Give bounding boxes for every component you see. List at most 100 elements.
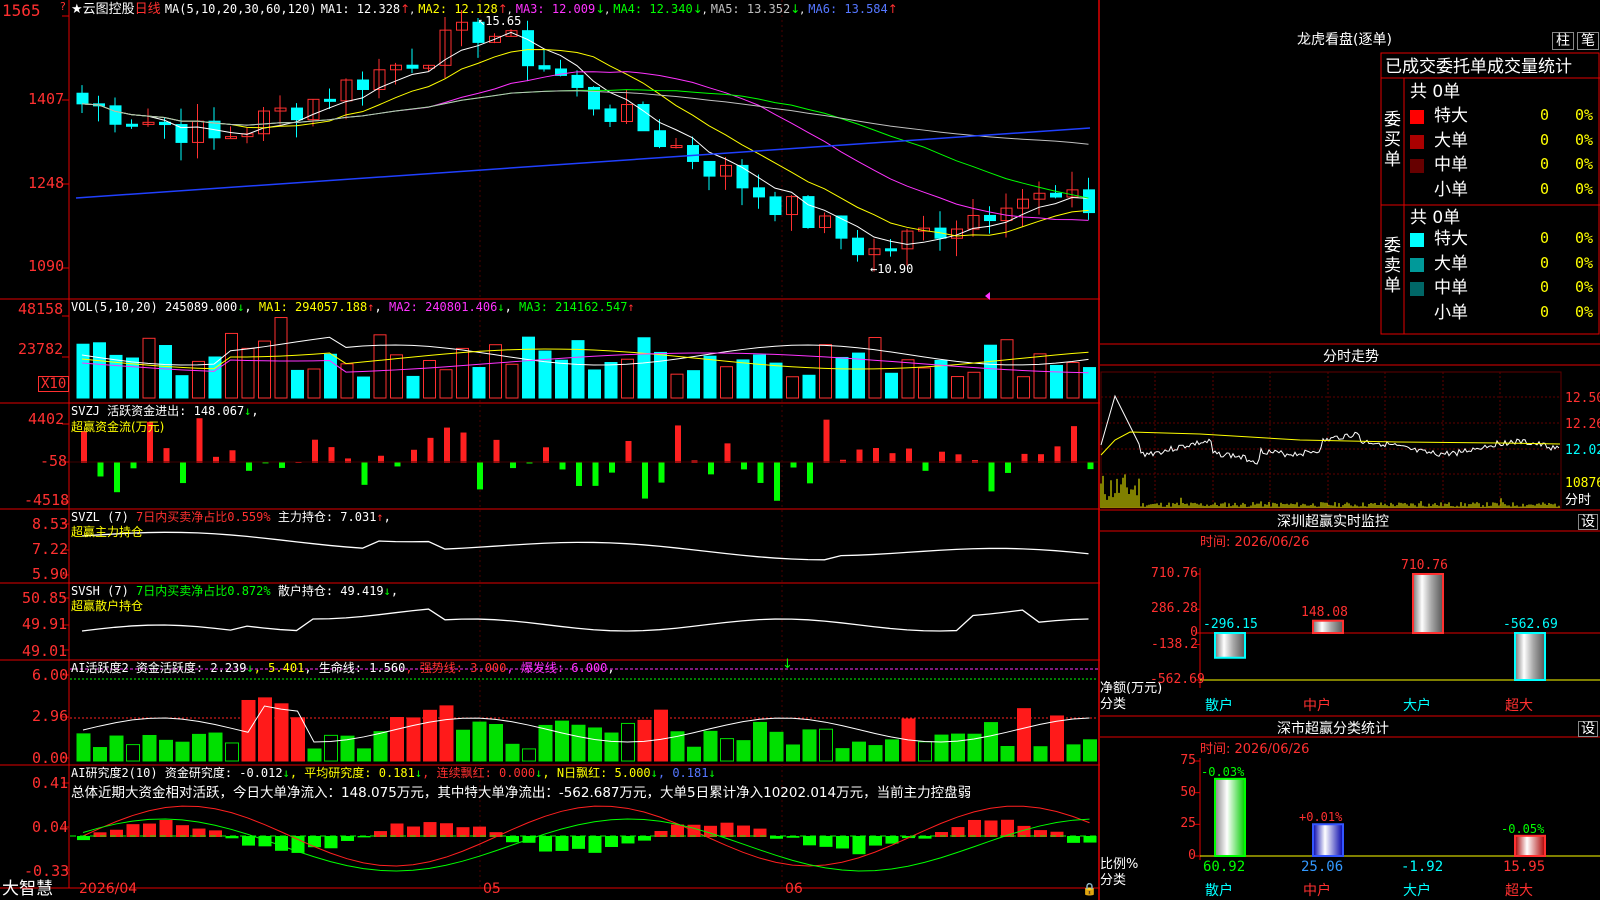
period-label[interactable]: 日线 — [135, 2, 161, 17]
ai-active-header: AI活跃度2 资金活跃度: 2.239↓, 5.401, 生命线: 1.560,… — [71, 661, 615, 675]
sz1-y-tick: -562.69 — [1150, 672, 1205, 687]
ai-research-summary: 总体近期大资金相对活跃，今日大单净流入：148.075万元，其中特大单净流出：-… — [71, 785, 972, 801]
svsh-header: SVSH (7) 7日内买卖净占比0.872% 散户持仓: 49.419↓, — [71, 584, 399, 598]
sz1-y-tick: 710.76 — [1151, 566, 1198, 581]
sz2-bar — [1312, 823, 1344, 857]
row-color-swatch — [1410, 282, 1424, 296]
row-percent: 0% — [1575, 155, 1594, 173]
buy-total: 共 0单 — [1410, 82, 1461, 102]
ai-active-arrow-marker: ↓ — [782, 657, 793, 672]
brand-logo[interactable]: 大智慧 — [2, 880, 53, 899]
sz2-change-label: -0.05% — [1501, 821, 1545, 836]
high-marker: ↖15.65 — [478, 14, 522, 28]
intraday-price-1226: 12.26 — [1565, 417, 1600, 432]
sz2-y-tick: 75 — [1180, 753, 1196, 768]
y-tick-main-1248: 1248 — [28, 174, 65, 192]
sz1-category-label: 散户 — [1205, 698, 1233, 714]
lock-icon[interactable]: 🔒 — [1082, 882, 1097, 896]
row-color-swatch — [1410, 257, 1424, 272]
row-name: 特大 — [1434, 229, 1468, 249]
alert-icon[interactable]: ? — [60, 0, 66, 14]
intraday-price-line — [1100, 394, 1560, 465]
sz1-bar — [1312, 619, 1344, 635]
sz1-value-label: -296.15 — [1203, 617, 1258, 632]
row-color-swatch — [1410, 306, 1424, 321]
stock-name[interactable]: 云图控股 — [83, 2, 135, 17]
sz-class-cat-label: 分类 — [1100, 873, 1127, 888]
row-name: 大单 — [1434, 253, 1468, 274]
y-tick-ai-296: 2.96 — [32, 707, 69, 725]
sz1-value-label: 710.76 — [1401, 558, 1448, 573]
ma1-value: MA1: 12.328 — [320, 2, 401, 16]
row-color-swatch — [1410, 183, 1424, 198]
sz2-y-tick: 50 — [1180, 784, 1196, 800]
y-tick-svzj-4402: 4402 — [28, 410, 65, 428]
svzl-header: SVZL (7) 7日内买卖净占比0.559% 主力持仓: 7.031↑, — [71, 510, 391, 524]
y-tick-svzj-neg4518: -4518 — [24, 491, 70, 509]
buy-side-label: 委买单 — [1384, 110, 1401, 170]
sz-class-settings-button[interactable]: 设 — [1578, 721, 1598, 737]
vol-header: VOL(5,10,20) 245089.000↓, MA1: 294057.18… — [71, 300, 635, 314]
ma5-value: MA5: 13.352 — [710, 2, 791, 16]
y-tick-svsh-5085: 50.85 — [22, 589, 68, 607]
sz-class-title: 深市超赢分类统计 — [1277, 721, 1389, 737]
vol-unit-badge: X10 — [38, 376, 70, 392]
sz2-category-label: 大户 — [1403, 883, 1431, 899]
sz1-value-label: 148.08 — [1301, 604, 1348, 620]
row-count: 0 — [1540, 253, 1550, 272]
row-count: 0 — [1540, 302, 1550, 321]
sz1-y-tick: 286.28 — [1151, 601, 1198, 617]
sz2-bar — [1214, 777, 1246, 857]
row-color-swatch — [1410, 159, 1424, 173]
svzj-header: SVZJ 活跃资金进出: 148.067↓, — [71, 404, 259, 418]
ma4-value: MA4: 12.340 — [613, 2, 693, 16]
sz1-y-tick: -138.2 — [1151, 636, 1198, 652]
sz2-value-label: -1.92 — [1401, 859, 1444, 875]
row-count: 0 — [1540, 155, 1550, 173]
row-percent: 0% — [1575, 253, 1594, 272]
x-label-apr: 2026/04 — [79, 881, 138, 897]
row-name: 中单 — [1434, 155, 1468, 175]
y-tick-research-neg033: -0.33 — [24, 862, 70, 880]
sz-monitor-settings-button[interactable]: 设 — [1578, 514, 1598, 530]
dragon-panel-title: 龙虎看盘(逐单) — [1297, 32, 1392, 48]
dragon-panel-header: 已成交委托单成交量统计 — [1385, 57, 1572, 77]
row-color-swatch — [1410, 134, 1424, 149]
star-icon[interactable]: ★ — [71, 2, 83, 17]
sz2-change-label: +0.01% — [1299, 810, 1343, 825]
row-percent: 0% — [1575, 229, 1594, 247]
y-tick-ai-600: 6.00 — [32, 666, 69, 684]
y-tick-main-1407: 1407 — [28, 90, 65, 108]
intraday-vol: 10876 — [1565, 476, 1600, 491]
y-tick-svzl-722: 7.22 — [32, 540, 69, 558]
bar-mode-button[interactable]: 柱 — [1552, 32, 1574, 50]
sz1-bar — [1412, 573, 1444, 634]
ma6-value: MA6: 13.584 — [808, 2, 888, 16]
row-count: 0 — [1540, 130, 1550, 149]
row-name: 中单 — [1434, 278, 1468, 298]
svzj-subtitle: 超赢资金流(万元) — [71, 420, 165, 434]
sz2-value-label: 60.92 — [1203, 859, 1246, 875]
y-tick-research-041: 0.41 — [32, 774, 69, 792]
row-count: 0 — [1540, 179, 1550, 198]
row-name: 小单 — [1434, 179, 1468, 200]
sz1-bar — [1514, 632, 1546, 681]
row-percent: 0% — [1575, 106, 1594, 124]
intraday-box — [1100, 371, 1562, 509]
y-tick-main-1090: 1090 — [28, 257, 65, 275]
row-count: 0 — [1540, 229, 1550, 247]
intraday-price-1202: 12.02 — [1565, 443, 1600, 458]
row-name: 大单 — [1434, 130, 1468, 151]
y-tick-svsh-4901: 49.01 — [22, 642, 68, 660]
sz-monitor-date: 时间: 2026/06/26 — [1200, 535, 1310, 550]
intraday-title: 分时走势 — [1323, 349, 1379, 365]
ai-research-header: AI研究度2(10) 资金研究度: -0.012↓, 平均研究度: 0.181↓… — [71, 766, 716, 780]
sz2-value-label: 25.06 — [1301, 859, 1344, 875]
low-marker: ←10.90 — [870, 262, 914, 276]
svsh-subtitle: 超赢散户持仓 — [71, 599, 144, 613]
y-tick-research-004: 0.04 — [32, 818, 69, 836]
tick-mode-button[interactable]: 笔 — [1577, 32, 1599, 50]
sz-monitor-cat-label: 分类 — [1100, 697, 1127, 712]
sz2-category-label: 超大 — [1505, 883, 1533, 899]
sz1-bar — [1214, 632, 1246, 659]
